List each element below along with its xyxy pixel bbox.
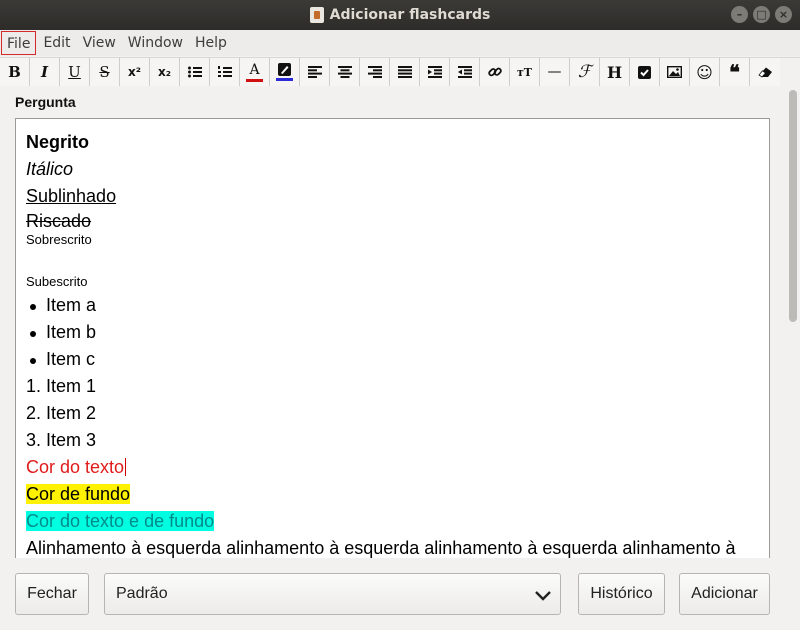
bullet-list-icon xyxy=(187,66,202,78)
field-label-pergunta: Pergunta xyxy=(15,94,76,110)
math-button[interactable]: ℱ xyxy=(570,58,600,86)
text-color-button[interactable]: A xyxy=(240,58,270,86)
deck-select-value: Padrão xyxy=(116,585,168,602)
superscript-button[interactable]: x² xyxy=(120,58,150,86)
eraser-icon xyxy=(757,67,772,78)
bullet-item: Item b xyxy=(26,319,759,346)
highlighter-icon xyxy=(278,63,291,76)
bullet-item: Item a xyxy=(26,292,759,319)
math-glyph: ℱ xyxy=(577,62,592,82)
numbered-item: 3. Item 3 xyxy=(26,430,97,450)
text-underline: Sublinhado xyxy=(26,186,117,206)
check-square-icon xyxy=(638,65,651,79)
emoji-glyph: ☺ xyxy=(696,62,713,82)
red-text: Cor do texto xyxy=(26,457,125,477)
format-toolbar: B I U S x² x₂ A тT — ℱ H ☺ ❝ xyxy=(0,57,800,86)
text-subscript: Subescrito xyxy=(26,274,88,289)
background-line: Cor de fundo xyxy=(26,481,759,508)
menu-window[interactable]: Window xyxy=(123,31,188,55)
checkbox-button[interactable] xyxy=(630,58,660,86)
menu-edit[interactable]: Edit xyxy=(38,31,75,55)
font-size-glyph: тT xyxy=(516,65,532,79)
menu-bar: File Edit View Window Help xyxy=(0,30,800,56)
outdent-icon xyxy=(457,66,472,78)
unordered-list-button[interactable] xyxy=(180,58,210,86)
align-left-text: Alinhamento à esquerda alinhamento à esq… xyxy=(26,538,736,558)
underline-button[interactable]: U xyxy=(60,58,90,86)
teal-on-cyan-text: Cor do texto e de fundo xyxy=(26,511,215,531)
add-button[interactable]: Adicionar xyxy=(679,573,770,615)
image-button[interactable] xyxy=(660,58,690,86)
menu-file[interactable]: File xyxy=(1,31,37,55)
bold-button[interactable]: B xyxy=(0,58,30,86)
blockquote-glyph: ❝ xyxy=(729,60,740,84)
chevron-down-icon xyxy=(535,591,551,601)
yellow-highlight-text: Cor de fundo xyxy=(26,484,131,504)
align-right-button[interactable] xyxy=(360,58,390,86)
numbered-item: 1. Item 1 xyxy=(26,376,97,396)
bullet-item: Item c xyxy=(26,346,759,373)
text-superscript: Sobrescrito xyxy=(26,232,92,247)
subscript-glyph: x₂ xyxy=(158,65,171,79)
align-justify-icon xyxy=(397,66,412,78)
align-right-icon xyxy=(367,66,382,78)
align-center-icon xyxy=(337,66,352,78)
clear-format-button[interactable] xyxy=(750,58,780,86)
blockquote-button[interactable]: ❝ xyxy=(720,58,750,86)
italic-glyph: I xyxy=(40,63,49,81)
align-left-button[interactable] xyxy=(300,58,330,86)
heading-button[interactable]: H xyxy=(600,58,630,86)
indent-button[interactable] xyxy=(420,58,450,86)
heading-glyph: H xyxy=(606,62,623,82)
align-left-icon xyxy=(307,66,322,78)
both-colors-line: Cor do texto e de fundo xyxy=(26,508,759,535)
underline-glyph: U xyxy=(68,63,81,81)
text-strike: Riscado xyxy=(26,211,92,231)
link-icon xyxy=(487,67,502,77)
deck-select[interactable]: Padrão xyxy=(104,573,561,615)
menu-view[interactable]: View xyxy=(78,31,121,55)
numbered-item: 2. Item 2 xyxy=(26,403,97,423)
question-editor[interactable]: Negrito Itálico Sublinhado Riscado Sobre… xyxy=(15,118,770,558)
image-icon xyxy=(667,66,682,78)
strikethrough-button[interactable]: S xyxy=(90,58,120,86)
indent-icon xyxy=(427,66,442,78)
scrollbar-thumb[interactable] xyxy=(789,90,797,322)
align-center-button[interactable] xyxy=(330,58,360,86)
text-bold: Negrito xyxy=(26,132,89,152)
minimize-button[interactable]: – xyxy=(731,6,748,23)
history-button[interactable]: Histórico xyxy=(578,573,665,615)
highlight-swatch xyxy=(276,78,293,81)
ordered-list-button[interactable] xyxy=(210,58,240,86)
text-color-glyph: A xyxy=(249,61,260,78)
text-caret xyxy=(125,458,127,476)
close-window-button[interactable]: × xyxy=(775,6,792,23)
subscript-button[interactable]: x₂ xyxy=(150,58,180,86)
align-justify-button[interactable] xyxy=(390,58,420,86)
highlight-color-button[interactable] xyxy=(270,58,300,86)
italic-button[interactable]: I xyxy=(30,58,60,86)
superscript-glyph: x² xyxy=(128,65,141,79)
text-italic: Itálico xyxy=(26,159,74,179)
close-button[interactable]: Fechar xyxy=(15,573,89,615)
strikethrough-glyph: S xyxy=(99,63,110,81)
horizontal-rule-glyph: — xyxy=(547,64,562,80)
window-title: Adicionar flashcards xyxy=(329,7,491,23)
text-color-swatch xyxy=(246,78,263,82)
text-color-line: Cor do texto xyxy=(26,454,759,481)
numbered-list-icon xyxy=(217,66,232,77)
link-button[interactable] xyxy=(480,58,510,86)
menu-help[interactable]: Help xyxy=(190,31,232,55)
emoji-button[interactable]: ☺ xyxy=(690,58,720,86)
font-size-button[interactable]: тT xyxy=(510,58,540,86)
outdent-button[interactable] xyxy=(450,58,480,86)
title-bar: Adicionar flashcards – □ × xyxy=(0,0,800,30)
bold-glyph: B xyxy=(8,63,21,81)
app-icon xyxy=(309,7,324,23)
maximize-button[interactable]: □ xyxy=(753,6,770,23)
horizontal-rule-button[interactable]: — xyxy=(540,58,570,86)
